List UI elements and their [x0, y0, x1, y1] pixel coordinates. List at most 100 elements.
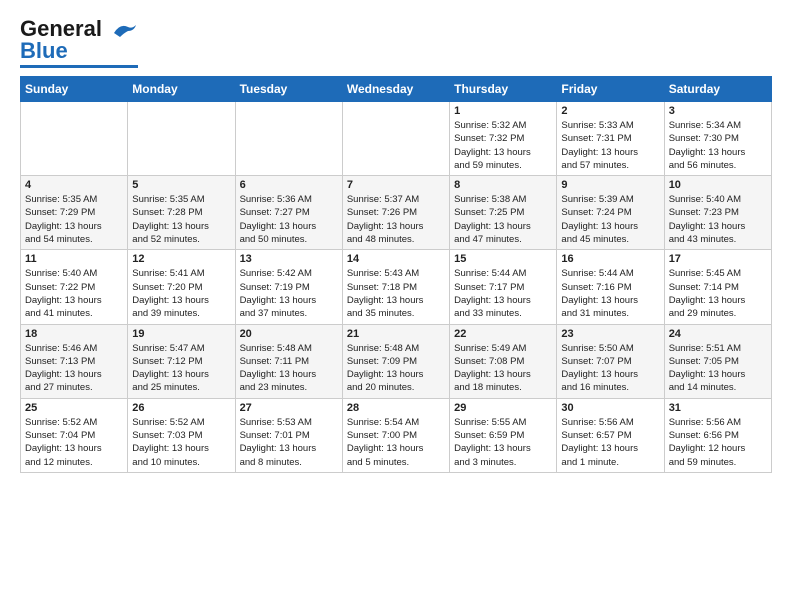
day-info-line: and 43 minutes. [669, 234, 737, 245]
calendar-table: SundayMondayTuesdayWednesdayThursdayFrid… [20, 76, 772, 473]
day-info-line: Sunrise: 5:56 AM [669, 417, 741, 428]
day-info-line: Daylight: 13 hours [669, 295, 746, 306]
day-info-line: Daylight: 13 hours [347, 295, 424, 306]
calendar-cell: 6Sunrise: 5:36 AMSunset: 7:27 PMDaylight… [235, 176, 342, 250]
day-info-line: Sunset: 7:07 PM [561, 356, 631, 367]
calendar-header-thursday: Thursday [450, 77, 557, 102]
calendar-cell [342, 102, 449, 176]
day-info-line: Sunset: 6:57 PM [561, 430, 631, 441]
day-info-line: Sunrise: 5:51 AM [669, 343, 741, 354]
calendar-cell: 20Sunrise: 5:48 AMSunset: 7:11 PMDayligh… [235, 324, 342, 398]
day-content: Sunrise: 5:35 AMSunset: 7:28 PMDaylight:… [132, 193, 230, 246]
day-info-line: and 29 minutes. [669, 308, 737, 319]
calendar-week-row: 18Sunrise: 5:46 AMSunset: 7:13 PMDayligh… [21, 324, 772, 398]
day-info-line: Sunrise: 5:44 AM [454, 268, 526, 279]
calendar-header-friday: Friday [557, 77, 664, 102]
day-info-line: Sunset: 7:13 PM [25, 356, 95, 367]
day-info-line: and 41 minutes. [25, 308, 93, 319]
day-info-line: and 25 minutes. [132, 382, 200, 393]
day-number: 30 [561, 402, 659, 414]
day-content: Sunrise: 5:45 AMSunset: 7:14 PMDaylight:… [669, 267, 767, 320]
day-info-line: Sunset: 7:24 PM [561, 207, 631, 218]
day-info-line: Sunset: 7:01 PM [240, 430, 310, 441]
day-info-line: Daylight: 13 hours [454, 369, 531, 380]
day-info-line: Sunset: 7:26 PM [347, 207, 417, 218]
calendar-cell: 8Sunrise: 5:38 AMSunset: 7:25 PMDaylight… [450, 176, 557, 250]
day-info-line: Daylight: 13 hours [669, 147, 746, 158]
calendar-cell: 19Sunrise: 5:47 AMSunset: 7:12 PMDayligh… [128, 324, 235, 398]
day-content: Sunrise: 5:33 AMSunset: 7:31 PMDaylight:… [561, 119, 659, 172]
day-number: 16 [561, 253, 659, 265]
day-number: 24 [669, 328, 767, 340]
day-info-line: Sunrise: 5:45 AM [669, 268, 741, 279]
day-info-line: Daylight: 13 hours [454, 147, 531, 158]
day-info-line: Daylight: 13 hours [561, 221, 638, 232]
day-info-line: Daylight: 13 hours [132, 221, 209, 232]
day-number: 7 [347, 179, 445, 191]
day-info-line: Sunset: 6:59 PM [454, 430, 524, 441]
day-content: Sunrise: 5:50 AMSunset: 7:07 PMDaylight:… [561, 342, 659, 395]
calendar-cell [128, 102, 235, 176]
day-content: Sunrise: 5:44 AMSunset: 7:16 PMDaylight:… [561, 267, 659, 320]
day-info-line: Daylight: 13 hours [132, 443, 209, 454]
day-content: Sunrise: 5:52 AMSunset: 7:04 PMDaylight:… [25, 416, 123, 469]
day-info-line: Daylight: 13 hours [347, 443, 424, 454]
day-info-line: and 27 minutes. [25, 382, 93, 393]
day-content: Sunrise: 5:39 AMSunset: 7:24 PMDaylight:… [561, 193, 659, 246]
calendar-cell: 18Sunrise: 5:46 AMSunset: 7:13 PMDayligh… [21, 324, 128, 398]
day-info-line: Sunset: 7:31 PM [561, 133, 631, 144]
day-content: Sunrise: 5:36 AMSunset: 7:27 PMDaylight:… [240, 193, 338, 246]
calendar-header-sunday: Sunday [21, 77, 128, 102]
day-number: 10 [669, 179, 767, 191]
day-info-line: Sunset: 7:16 PM [561, 282, 631, 293]
day-info-line: Sunset: 7:19 PM [240, 282, 310, 293]
day-content: Sunrise: 5:46 AMSunset: 7:13 PMDaylight:… [25, 342, 123, 395]
day-content: Sunrise: 5:48 AMSunset: 7:11 PMDaylight:… [240, 342, 338, 395]
day-content: Sunrise: 5:47 AMSunset: 7:12 PMDaylight:… [132, 342, 230, 395]
day-info-line: and 45 minutes. [561, 234, 629, 245]
day-info-line: Sunrise: 5:53 AM [240, 417, 312, 428]
calendar-header-wednesday: Wednesday [342, 77, 449, 102]
day-number: 26 [132, 402, 230, 414]
calendar-header-monday: Monday [128, 77, 235, 102]
calendar-week-row: 1 Sunrise: 5:32 AMSunset: 7:32 PMDaylight… [21, 102, 772, 176]
calendar-cell: 16 Sunrise: 5:44 AMSunset: 7:16 PMDayligh… [557, 250, 664, 324]
calendar-cell: 31Sunrise: 5:56 AMSunset: 6:56 PMDayligh… [664, 398, 771, 472]
day-info-line: Sunrise: 5:35 AM [25, 194, 97, 205]
day-content: Sunrise: 5:32 AMSunset: 7:32 PMDaylight:… [454, 119, 552, 172]
day-info-line: Sunset: 7:30 PM [669, 133, 739, 144]
day-info-line: and 1 minute. [561, 457, 619, 468]
day-info-line: and 57 minutes. [561, 160, 629, 171]
day-info-line: Sunrise: 5:52 AM [25, 417, 97, 428]
calendar-cell: 30 Sunrise: 5:56 AM Sunset: 6:57 PM Dayligh… [557, 398, 664, 472]
day-info-line: Sunset: 7:08 PM [454, 356, 524, 367]
day-number: 4 [25, 179, 123, 191]
day-info-line: Sunset: 7:20 PM [132, 282, 202, 293]
day-info-line: Sunrise: 5:48 AM [240, 343, 312, 354]
calendar-header-saturday: Saturday [664, 77, 771, 102]
day-info-line: Sunset: 7:00 PM [347, 430, 417, 441]
day-info-line: Daylight: 13 hours [240, 295, 317, 306]
day-info-line: Daylight: 13 hours [240, 221, 317, 232]
day-info-line: Daylight: 13 hours [25, 295, 102, 306]
calendar-cell: 17Sunrise: 5:45 AMSunset: 7:14 PMDayligh… [664, 250, 771, 324]
day-info-line: Sunrise: 5:56 AM [561, 417, 633, 428]
day-info-line: Daylight: 13 hours [25, 443, 102, 454]
calendar-cell: 10Sunrise: 5:40 AMSunset: 7:23 PMDayligh… [664, 176, 771, 250]
day-info-line: Sunset: 7:11 PM [240, 356, 310, 367]
day-info-line: and 18 minutes. [454, 382, 522, 393]
day-number: 1 [454, 105, 552, 117]
day-info-line: and 54 minutes. [25, 234, 93, 245]
day-number: 13 [240, 253, 338, 265]
day-content: Sunrise: 5:42 AMSunset: 7:19 PMDaylight:… [240, 267, 338, 320]
day-info-line: and 52 minutes. [132, 234, 200, 245]
day-info-line: and 16 minutes. [561, 382, 629, 393]
day-info-line: and 23 minutes. [240, 382, 308, 393]
day-info-line: Sunrise: 5:40 AM [25, 268, 97, 279]
day-info-line: Daylight: 13 hours [561, 443, 638, 454]
day-number: 31 [669, 402, 767, 414]
day-info-line: Sunset: 7:29 PM [25, 207, 95, 218]
day-number: 11 [25, 253, 123, 265]
day-info-line: and 31 minutes. [561, 308, 629, 319]
calendar-cell: 27Sunrise: 5:53 AMSunset: 7:01 PMDayligh… [235, 398, 342, 472]
